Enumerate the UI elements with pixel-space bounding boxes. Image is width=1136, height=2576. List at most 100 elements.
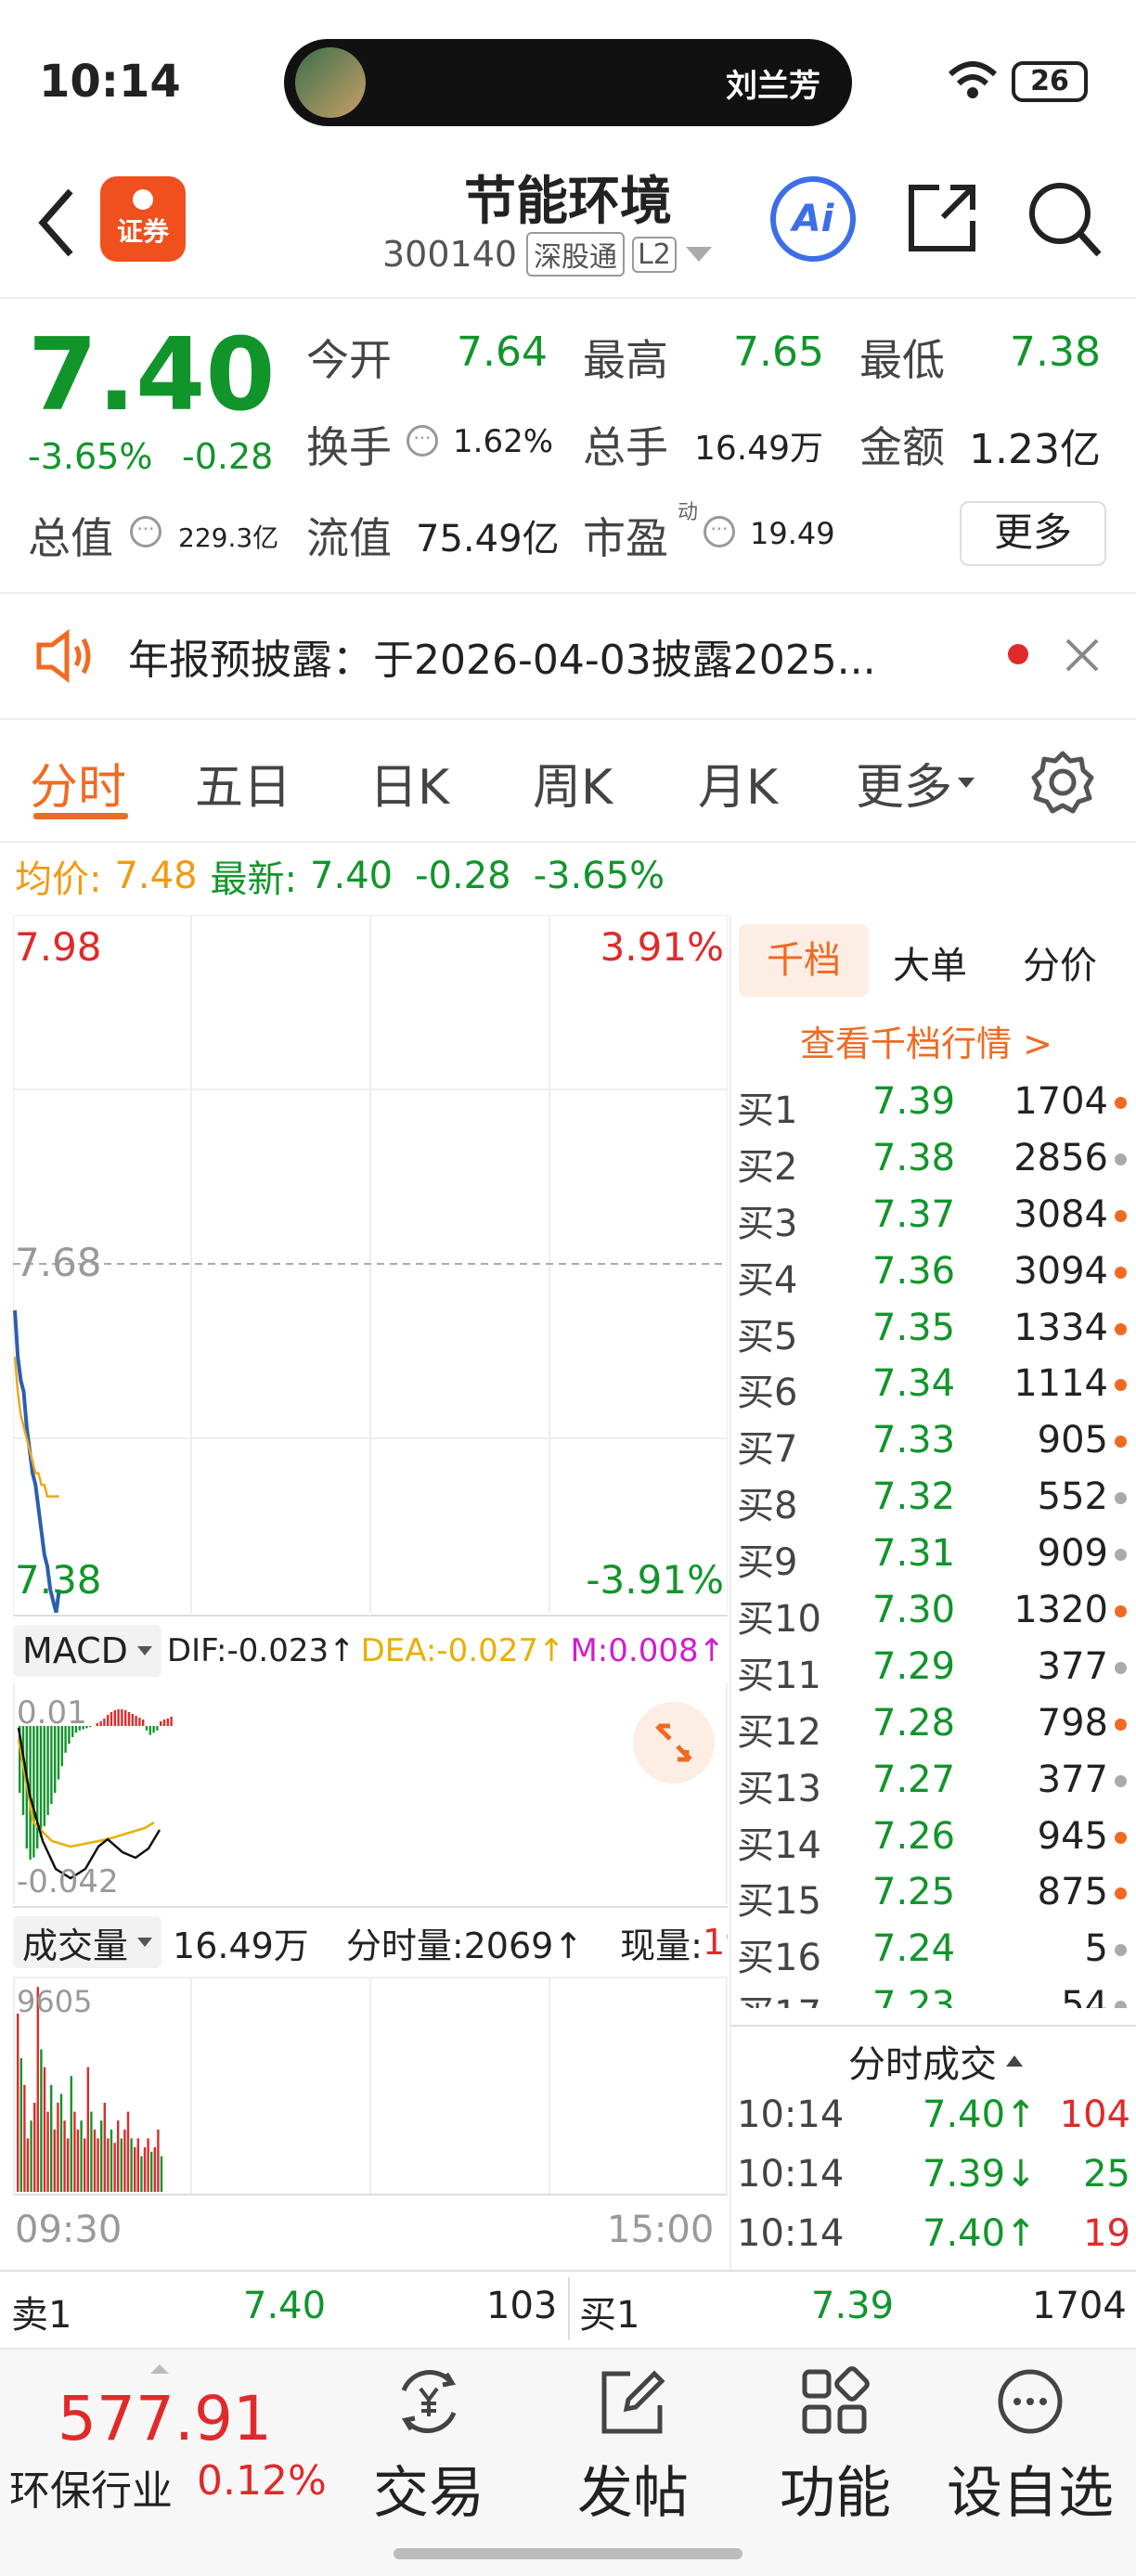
orderbook-row[interactable]: 买6 7.34 1114	[731, 1355, 1136, 1414]
industry-index-value[interactable]: 577.91	[58, 2383, 272, 2454]
stock-code-row[interactable]: 300140 深股通 L2	[382, 232, 712, 277]
broker-badge[interactable]: 证券	[100, 176, 186, 262]
trades-title-row[interactable]: 分时成交	[848, 2034, 1023, 2088]
orderbook-row[interactable]: 买12 7.28 798	[731, 1694, 1136, 1754]
add-watchlist-button[interactable]: 设自选	[937, 2364, 1123, 2529]
orderbook-dot	[1115, 1774, 1127, 1787]
orderbook-tab-big-orders[interactable]: 大单	[893, 935, 967, 989]
orderbook-level: 买8	[737, 1485, 798, 1528]
share-icon[interactable]	[902, 178, 982, 258]
industry-name[interactable]: 环保行业	[9, 2457, 173, 2517]
macd-bar	[127, 1712, 131, 1726]
more-info-icon[interactable]: ···	[130, 516, 161, 547]
orderbook-tab-active[interactable]: 千档	[739, 924, 869, 997]
orderbook-level: 买12	[737, 1710, 821, 1754]
intraday-chart[interactable]: 7.98 3.91% 7.68 7.38 -3.91%	[13, 915, 728, 1613]
macd-bar	[113, 1710, 116, 1726]
search-icon[interactable]	[1025, 176, 1104, 260]
level1-sell-price: 7.40	[243, 2285, 327, 2327]
turnover-value: 1.62%	[453, 423, 554, 460]
trade-price: 7.40↑	[923, 2093, 1037, 2136]
orderbook-row[interactable]: 买5 7.35 1334	[731, 1299, 1136, 1359]
volume-bar	[120, 2138, 123, 2192]
orderbook-dot	[1115, 1266, 1127, 1279]
volume-max-value: 9605	[17, 1984, 93, 2019]
orderbook-row[interactable]: 买15 7.25 875	[731, 1863, 1136, 1923]
orderbook-volume: 3094	[1013, 1249, 1108, 1293]
tab-monthly-k[interactable]: 月K	[698, 748, 778, 818]
trade-button[interactable]: 交易	[355, 2364, 503, 2529]
orderbook-price: 7.39	[872, 1080, 956, 1123]
orderbook-dot	[1115, 1944, 1127, 1957]
chart-tabs: 分时 五日 日K 周K 月K 更多	[0, 720, 1136, 841]
orderbook-price: 7.29	[872, 1644, 956, 1688]
trade-row: 10:14 7.40↑ 19	[731, 2207, 1136, 2266]
stock-code: 300140	[382, 234, 518, 275]
orderbook-volume: 1334	[1013, 1306, 1108, 1349]
more-button[interactable]: 更多	[960, 501, 1106, 566]
orderbook-row[interactable]: 买3 7.37 3084	[731, 1186, 1136, 1245]
orderbook-price: 7.32	[872, 1475, 956, 1519]
orderbook-row[interactable]: 买13 7.27 377	[731, 1751, 1136, 1810]
ai-button[interactable]: Ai	[770, 176, 856, 262]
level1-bar: 卖1 7.40 103 买1 7.39 1704	[0, 2272, 1136, 2346]
macd-bottom-value: -0.042	[17, 1863, 119, 1900]
orderbook-row[interactable]: 买1 7.39 1704	[731, 1073, 1136, 1132]
divider	[0, 841, 1136, 843]
orderbook-dot	[1115, 1153, 1127, 1166]
volume-selector[interactable]: 成交量	[13, 1916, 162, 1968]
tab-intraday[interactable]: 分时	[30, 748, 126, 818]
back-icon[interactable]	[33, 186, 80, 260]
tab-more[interactable]: 更多	[856, 748, 975, 818]
expand-button[interactable]	[633, 1702, 715, 1784]
post-button[interactable]: 发帖	[559, 2364, 707, 2529]
function-button[interactable]: 功能	[761, 2364, 910, 2529]
call-pill[interactable]: 刘兰芳	[284, 39, 852, 126]
orderbook-row[interactable]: 买17 7.23 54	[731, 1977, 1136, 2008]
tab-weekly-k[interactable]: 周K	[533, 748, 613, 818]
macd-selector[interactable]: MACD	[13, 1625, 161, 1677]
tab-five-day[interactable]: 五日	[195, 748, 291, 818]
trade-rows: 10:14 7.40↑ 104 10:14 7.39↓ 25 10:14 7.40↑ 19	[731, 2088, 1136, 2266]
more-info-icon[interactable]: ···	[704, 516, 735, 547]
avg-value: 7.48	[114, 855, 198, 897]
volume-bar	[40, 2049, 43, 2192]
trade-price: 7.40↑	[923, 2212, 1037, 2255]
orderbook-row[interactable]: 买10 7.30 1320	[731, 1581, 1136, 1641]
caret-down-icon	[958, 778, 975, 788]
orderbook-row[interactable]: 买2 7.38 2856	[731, 1129, 1136, 1189]
badge-label: 证券	[116, 216, 169, 247]
orderbook-row[interactable]: 买7 7.33 905	[731, 1411, 1136, 1471]
orderbook-row[interactable]: 买14 7.26 945	[731, 1808, 1136, 1867]
gear-icon[interactable]	[1030, 750, 1095, 815]
orderbook-dot	[1115, 1436, 1127, 1449]
macd-bar	[46, 1726, 49, 1815]
tab-daily-k[interactable]: 日K	[369, 748, 449, 818]
time-end: 15:00	[607, 2209, 715, 2251]
orderbook-row[interactable]: 买8 7.32 552	[731, 1468, 1136, 1527]
macd-bar	[96, 1723, 98, 1726]
orderbook-dot	[1115, 1492, 1127, 1505]
chevron-down-icon	[685, 247, 712, 262]
trade-volume: 19	[1083, 2212, 1130, 2255]
more-info-icon[interactable]: ···	[407, 425, 438, 457]
orderbook-level: 买4	[737, 1258, 798, 1302]
trade-volume: 104	[1059, 2093, 1130, 2136]
orderbook-level: 买3	[737, 1202, 798, 1245]
orderbook-row[interactable]: 买11 7.29 377	[731, 1638, 1136, 1697]
notice-bar[interactable]: 年报预披露：于2026-04-03披露2025...	[0, 594, 1136, 718]
macd-bar	[135, 1716, 137, 1726]
close-icon[interactable]	[1064, 637, 1101, 674]
volume-bar	[143, 2147, 147, 2192]
wifi-icon	[948, 61, 998, 98]
orderbook-row[interactable]: 买4 7.36 3094	[731, 1243, 1136, 1302]
caller-avatar	[295, 47, 366, 118]
orderbook-link[interactable]: 查看千档行情 >	[800, 1015, 1052, 1066]
chart-top-pct: 3.91%	[600, 924, 724, 970]
orderbook-price: 7.27	[872, 1758, 956, 1801]
orderbook-row[interactable]: 买9 7.31 909	[731, 1525, 1136, 1584]
orderbook-tab-price[interactable]: 分价	[1023, 935, 1097, 989]
orderbook-row[interactable]: 买16 7.24 5	[731, 1920, 1136, 1979]
volume-bar	[160, 2156, 163, 2192]
level1-sell-label: 卖1	[11, 2294, 72, 2337]
